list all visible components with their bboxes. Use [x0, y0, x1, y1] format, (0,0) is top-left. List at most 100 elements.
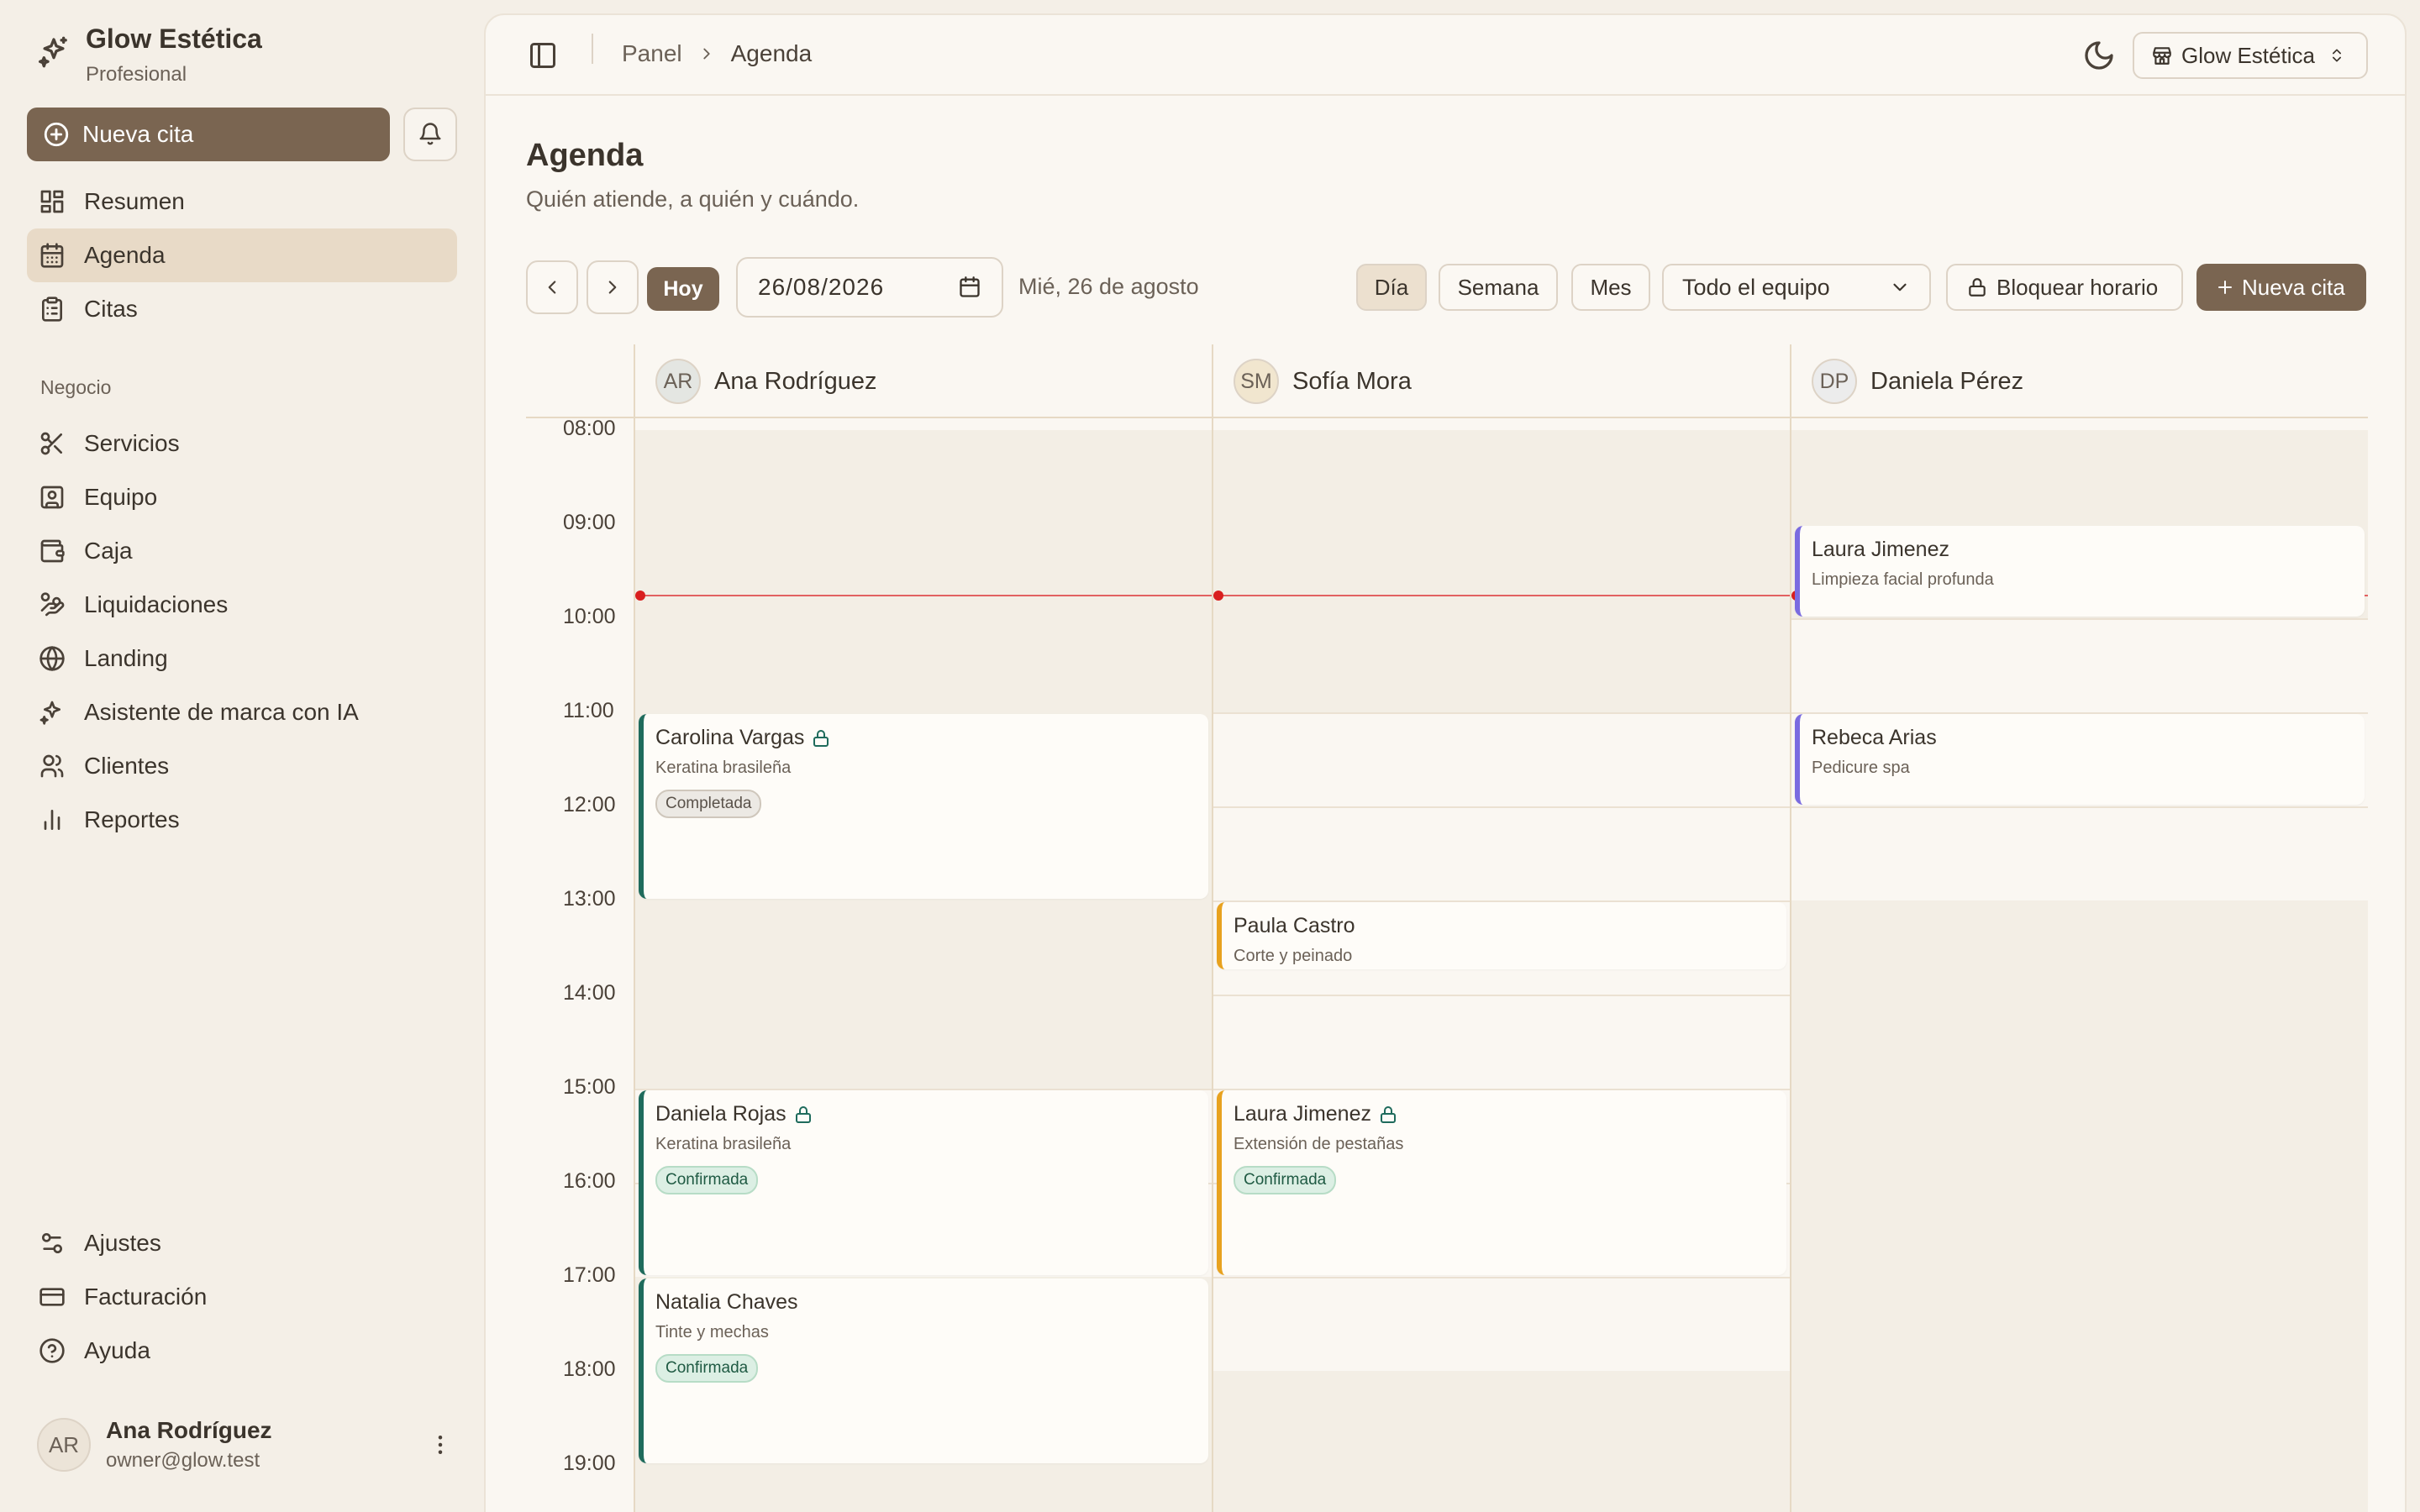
section-label-negocio: Negocio [40, 376, 112, 398]
view-week-button[interactable]: Semana [1439, 264, 1558, 311]
appointment-card[interactable]: Laura Jimenez Limpieza facial profunda [1795, 526, 2365, 617]
lock-icon [813, 729, 829, 747]
sparkles-icon [39, 36, 67, 68]
new-appointment-button[interactable]: Nueva cita [27, 108, 390, 161]
nav-label: Agenda [84, 242, 166, 268]
lock-icon [795, 1105, 811, 1123]
current-time-dot [635, 591, 645, 601]
client-name: Paula Castro [1234, 914, 1355, 937]
appointment-card[interactable]: Paula Castro Corte y peinado [1217, 902, 1786, 969]
nav-item-ayuda[interactable]: Ayuda [27, 1324, 457, 1378]
store-selector[interactable]: Glow Estética [2133, 32, 2368, 79]
user-card[interactable]: AR Ana Rodríguez owner@glow.test [37, 1411, 457, 1478]
avatar: SM [1234, 359, 1279, 404]
client-name: Laura Jimenez [1234, 1102, 1371, 1126]
unavailable-slot [1212, 430, 1790, 618]
appointment-service: Tinte y mechas [655, 1323, 769, 1341]
next-day-button[interactable] [587, 260, 639, 314]
nav-item-facturacion[interactable]: Facturación [27, 1270, 457, 1324]
globe-icon [39, 646, 65, 671]
lock-icon [1969, 278, 1986, 297]
nav-item-asistente-ia[interactable]: Asistente de marca con IA [27, 685, 457, 739]
user-menu-button[interactable] [424, 1426, 457, 1463]
team-filter-select[interactable]: Todo el equipo [1662, 264, 1931, 311]
dashboard-icon [40, 190, 64, 213]
staff-column-header: DP Daniela Pérez [1790, 344, 2023, 418]
sliders-icon [41, 1233, 62, 1253]
new-appointment-toolbar-button[interactable]: Nueva cita [2196, 264, 2366, 311]
new-appointment-label: Nueva cita [82, 121, 194, 147]
nav-label: Servicios [84, 430, 180, 456]
breadcrumb-agenda: Agenda [730, 40, 813, 66]
block-schedule-button[interactable]: Bloquear horario [1946, 264, 2183, 311]
appointment-card[interactable]: Rebeca Arias Pedicure spa [1795, 714, 2365, 805]
more-vertical-icon [438, 1436, 443, 1454]
date-value: 26/08/2026 [758, 274, 885, 300]
bell-icon [419, 123, 441, 145]
nav-item-citas[interactable]: Citas [27, 282, 457, 336]
new-appointment-toolbar-label: Nueva cita [2242, 274, 2345, 300]
store-name: Glow Estética [2181, 42, 2315, 68]
view-day-button[interactable]: Día [1356, 264, 1427, 311]
status-badge: Confirmada [655, 1166, 759, 1194]
brand[interactable]: Glow Estética Profesional [37, 24, 262, 87]
chevron-right-icon [702, 48, 710, 60]
status-badge: Confirmada [1234, 1166, 1337, 1194]
staff-name: Sofía Mora [1292, 367, 1412, 395]
nav-item-liquidaciones[interactable]: Liquidaciones [27, 578, 457, 632]
sidebar: Glow Estética Profesional Nueva cita Res… [0, 0, 484, 1512]
team-filter-value: Todo el equipo [1682, 274, 1830, 300]
appointment-card[interactable]: Carolina Vargas Keratina brasileña Complet… [639, 714, 1208, 899]
unavailable-slot [1212, 618, 1790, 712]
help-circle-icon [39, 1338, 65, 1363]
calendar-header: AR Ana Rodríguez SM Sofía Mora DP Daniel… [526, 344, 2368, 418]
nav-item-reportes[interactable]: Reportes [27, 793, 457, 847]
appointment-client: Daniela Rojas [655, 1102, 1197, 1126]
breadcrumb-panel[interactable]: Panel [622, 40, 682, 67]
chevrons-up-down-icon [2332, 49, 2341, 62]
time-label: 08:00 [563, 417, 616, 440]
staff-column-header: SM Sofía Mora [1212, 344, 1412, 418]
time-label: 18:00 [563, 1357, 616, 1381]
avatar: DP [1812, 359, 1857, 404]
today-button[interactable]: Hoy [647, 267, 719, 311]
date-input[interactable]: 26/08/2026 [736, 257, 1003, 318]
breadcrumb: Panel Agenda [622, 40, 812, 67]
nav-item-ajustes[interactable]: Ajustes [27, 1216, 457, 1270]
appointment-client: Natalia Chaves [655, 1290, 1197, 1315]
client-name: Natalia Chaves [655, 1290, 798, 1314]
column-divider [1212, 344, 1213, 1512]
main-panel: Panel Agenda Glow Estética Agenda Quién … [484, 13, 2407, 1512]
nav-label: Caja [84, 538, 133, 564]
nav-item-resumen[interactable]: Resumen [27, 175, 457, 228]
nav-item-equipo[interactable]: Equipo [27, 470, 457, 524]
staff-column-header: AR Ana Rodríguez [634, 344, 876, 418]
moon-icon[interactable] [2082, 39, 2116, 72]
unavailable-slot [634, 618, 1212, 712]
calendar-icon [960, 276, 980, 297]
column-divider [634, 344, 635, 1512]
status-badge: Completada [655, 790, 762, 818]
appointment-card[interactable]: Daniela Rojas Keratina brasileña Confirmad… [639, 1090, 1208, 1275]
nav-item-clientes[interactable]: Clientes [27, 739, 457, 793]
prev-day-button[interactable] [526, 260, 578, 314]
notifications-button[interactable] [403, 108, 457, 161]
user-square-icon [40, 486, 64, 509]
view-month-button[interactable]: Mes [1571, 264, 1650, 311]
nav-label: Facturación [84, 1284, 208, 1310]
nav-label: Ayuda [84, 1337, 150, 1363]
day-calendar: AR Ana Rodríguez SM Sofía Mora DP Daniel… [526, 344, 2368, 1512]
brand-plan: Profesional [86, 63, 187, 86]
nav-item-caja[interactable]: Caja [27, 524, 457, 578]
nav-item-agenda[interactable]: Agenda [27, 228, 457, 282]
user-email: owner@glow.test [106, 1449, 260, 1472]
nav-item-servicios[interactable]: Servicios [27, 417, 457, 470]
staff-name: Ana Rodríguez [714, 367, 877, 395]
sidebar-toggle-icon[interactable] [528, 40, 558, 71]
appointment-card[interactable]: Natalia Chaves Tinte y mechas Confirmada [639, 1278, 1208, 1463]
plus-circle-icon [44, 122, 69, 147]
appointment-client: Laura Jimenez [1812, 538, 2353, 562]
appointment-card[interactable]: Laura Jimenez Extensión de pestañas Confir… [1217, 1090, 1786, 1275]
client-name: Rebeca Arias [1812, 726, 1937, 749]
nav-item-landing[interactable]: Landing [27, 632, 457, 685]
